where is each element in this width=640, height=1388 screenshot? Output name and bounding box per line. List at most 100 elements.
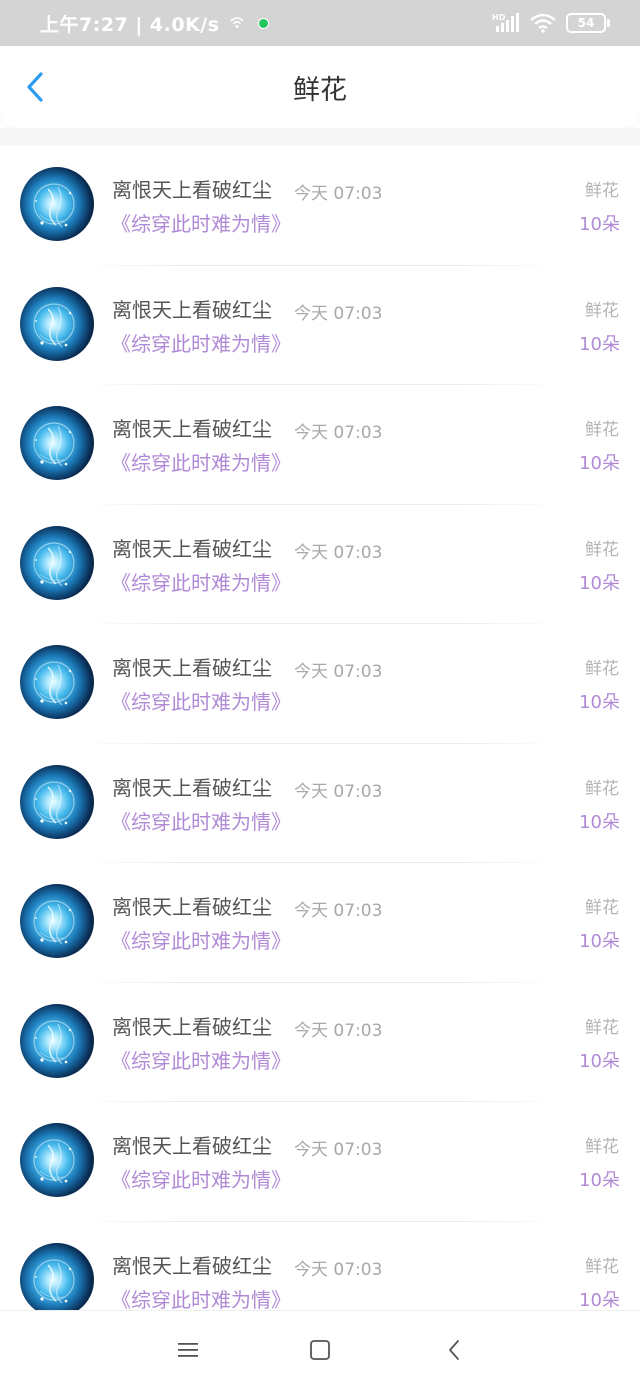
book-title-link[interactable]: 《综穿此时难为情》 [111, 925, 291, 954]
menu-icon [178, 1343, 198, 1357]
list-item[interactable]: 离恨天上看破红尘 今天 07:03 《综穿此时难为情》 鲜花 10朵 [0, 983, 640, 1102]
book-title-link[interactable]: 《综穿此时难为情》 [111, 447, 291, 476]
list-item[interactable]: 离恨天上看破红尘 今天 07:03 《综穿此时难为情》 鲜花 10朵 [0, 266, 640, 385]
avatar-image-icon [33, 183, 75, 228]
gift-type: 鲜花 [585, 778, 619, 799]
gift-type: 鲜花 [585, 420, 619, 440]
book-title-link[interactable]: 《综穿此时难为情》 [111, 208, 291, 237]
avatar-image-icon [33, 1139, 75, 1184]
list-item[interactable]: 离恨天上看破红尘 今天 07:03 《综穿此时难为情》 鲜花 10朵 [0, 1102, 640, 1222]
avatar[interactable] [20, 406, 94, 480]
signal-icon: HD [492, 13, 519, 32]
home-square-icon [310, 1340, 330, 1360]
gift-count: 10朵 [579, 931, 620, 952]
wifi-icon [530, 13, 556, 33]
avatar-image-icon [33, 302, 75, 347]
user-name: 离恨天上看破红尘 [112, 895, 272, 919]
user-name: 离恨天上看破红尘 [112, 775, 272, 800]
system-nav-bar [0, 1310, 640, 1388]
timestamp: 今天 07:03 [294, 184, 383, 204]
avatar[interactable] [20, 286, 94, 361]
user-name: 离恨天上看破红尘 [112, 417, 272, 441]
user-name: 离恨天上看破红尘 [112, 297, 272, 322]
gift-type: 鲜花 [585, 1137, 619, 1157]
book-title-link[interactable]: 《综穿此时难为情》 [111, 328, 291, 357]
timestamp: 今天 07:03 [294, 303, 383, 324]
status-right: HD 54 [492, 0, 610, 46]
list-item[interactable]: 离恨天上看破红尘 今天 07:03 《综穿此时难为情》 鲜花 10朵 [0, 624, 640, 744]
gift-count: 10朵 [579, 572, 620, 594]
avatar[interactable] [20, 1123, 94, 1197]
gift-count: 10朵 [579, 333, 620, 355]
avatar[interactable] [20, 525, 94, 600]
home-button[interactable] [305, 1335, 335, 1365]
timestamp: 今天 07:03 [294, 542, 383, 563]
user-name: 离恨天上看破红尘 [112, 1253, 272, 1278]
timestamp: 今天 07:03 [294, 1020, 383, 1041]
avatar-image-icon [33, 1019, 75, 1064]
list-item[interactable]: 离恨天上看破红尘 今天 07:03 《综穿此时难为情》 鲜花 10朵 [0, 146, 640, 266]
status-bar: 上午7:27 | 4.0K/s HD 54 [0, 0, 640, 46]
timestamp: 今天 07:03 [294, 1259, 383, 1280]
gift-count: 10朵 [579, 811, 620, 833]
notification-dot-icon [257, 17, 269, 29]
gift-type: 鲜花 [585, 659, 619, 679]
avatar-image-icon [33, 422, 75, 467]
timestamp: 今天 07:03 [294, 662, 383, 682]
avatar-image-icon [33, 541, 75, 586]
network-label: HD [492, 13, 506, 22]
gift-type: 鲜花 [585, 1017, 619, 1038]
gift-type: 鲜花 [585, 181, 619, 201]
book-title-link[interactable]: 《综穿此时难为情》 [111, 567, 291, 596]
user-name: 离恨天上看破红尘 [112, 1014, 272, 1039]
battery-level: 54 [577, 16, 595, 30]
gift-count: 10朵 [579, 1170, 620, 1191]
timestamp: 今天 07:03 [294, 423, 383, 443]
menu-button[interactable] [173, 1335, 203, 1365]
status-left: 上午7:27 | 4.0K/s [40, 0, 269, 46]
list-item[interactable]: 离恨天上看破红尘 今天 07:03 《综穿此时难为情》 鲜花 10朵 [0, 505, 640, 624]
book-title-link[interactable]: 《综穿此时难为情》 [111, 806, 291, 835]
status-time-speed: 上午7:27 | 4.0K/s [40, 13, 220, 36]
gift-count: 10朵 [579, 214, 620, 235]
gift-type: 鲜花 [585, 539, 619, 560]
avatar[interactable] [20, 1242, 94, 1317]
gift-list: 离恨天上看破红尘 今天 07:03 《综穿此时难为情》 鲜花 10朵 离恨天上看… [0, 146, 640, 1341]
user-name: 离恨天上看破红尘 [112, 178, 272, 202]
avatar-image-icon [33, 661, 75, 706]
wifi-small-icon [229, 17, 244, 28]
book-title-link[interactable]: 《综穿此时难为情》 [111, 1045, 291, 1074]
book-title-link[interactable]: 《综穿此时难为情》 [111, 1284, 291, 1313]
avatar[interactable] [20, 645, 94, 719]
avatar[interactable] [20, 764, 94, 839]
timestamp: 今天 07:03 [294, 901, 383, 921]
user-name: 离恨天上看破红尘 [112, 656, 272, 680]
timestamp: 今天 07:03 [294, 1140, 383, 1160]
gift-count: 10朵 [579, 453, 620, 474]
avatar-image-icon [33, 900, 75, 945]
header: 鲜花 [0, 46, 640, 128]
avatar[interactable] [20, 1003, 94, 1078]
user-name: 离恨天上看破红尘 [112, 1134, 272, 1158]
book-title-link[interactable]: 《综穿此时难为情》 [111, 1164, 291, 1193]
avatar-image-icon [33, 780, 75, 825]
list-item[interactable]: 离恨天上看破红尘 今天 07:03 《综穿此时难为情》 鲜花 10朵 [0, 385, 640, 505]
gift-type: 鲜花 [585, 898, 619, 918]
list-item[interactable]: 离恨天上看破红尘 今天 07:03 《综穿此时难为情》 鲜花 10朵 [0, 863, 640, 983]
header-gap [0, 128, 640, 146]
timestamp: 今天 07:03 [294, 781, 383, 802]
list-item[interactable]: 离恨天上看破红尘 今天 07:03 《综穿此时难为情》 鲜花 10朵 [0, 744, 640, 863]
gift-count: 10朵 [579, 692, 620, 713]
gift-count: 10朵 [579, 1289, 620, 1311]
system-back-button[interactable] [439, 1335, 469, 1365]
avatar[interactable] [20, 884, 94, 958]
gift-count: 10朵 [579, 1050, 620, 1072]
avatar[interactable] [20, 167, 94, 241]
book-title-link[interactable]: 《综穿此时难为情》 [111, 686, 291, 715]
gift-type: 鲜花 [585, 1256, 619, 1277]
battery-icon: 54 [566, 13, 610, 33]
page-title: 鲜花 [293, 74, 347, 106]
gift-type: 鲜花 [585, 300, 619, 321]
avatar-image-icon [33, 1258, 75, 1303]
back-chevron-icon [449, 1340, 459, 1360]
